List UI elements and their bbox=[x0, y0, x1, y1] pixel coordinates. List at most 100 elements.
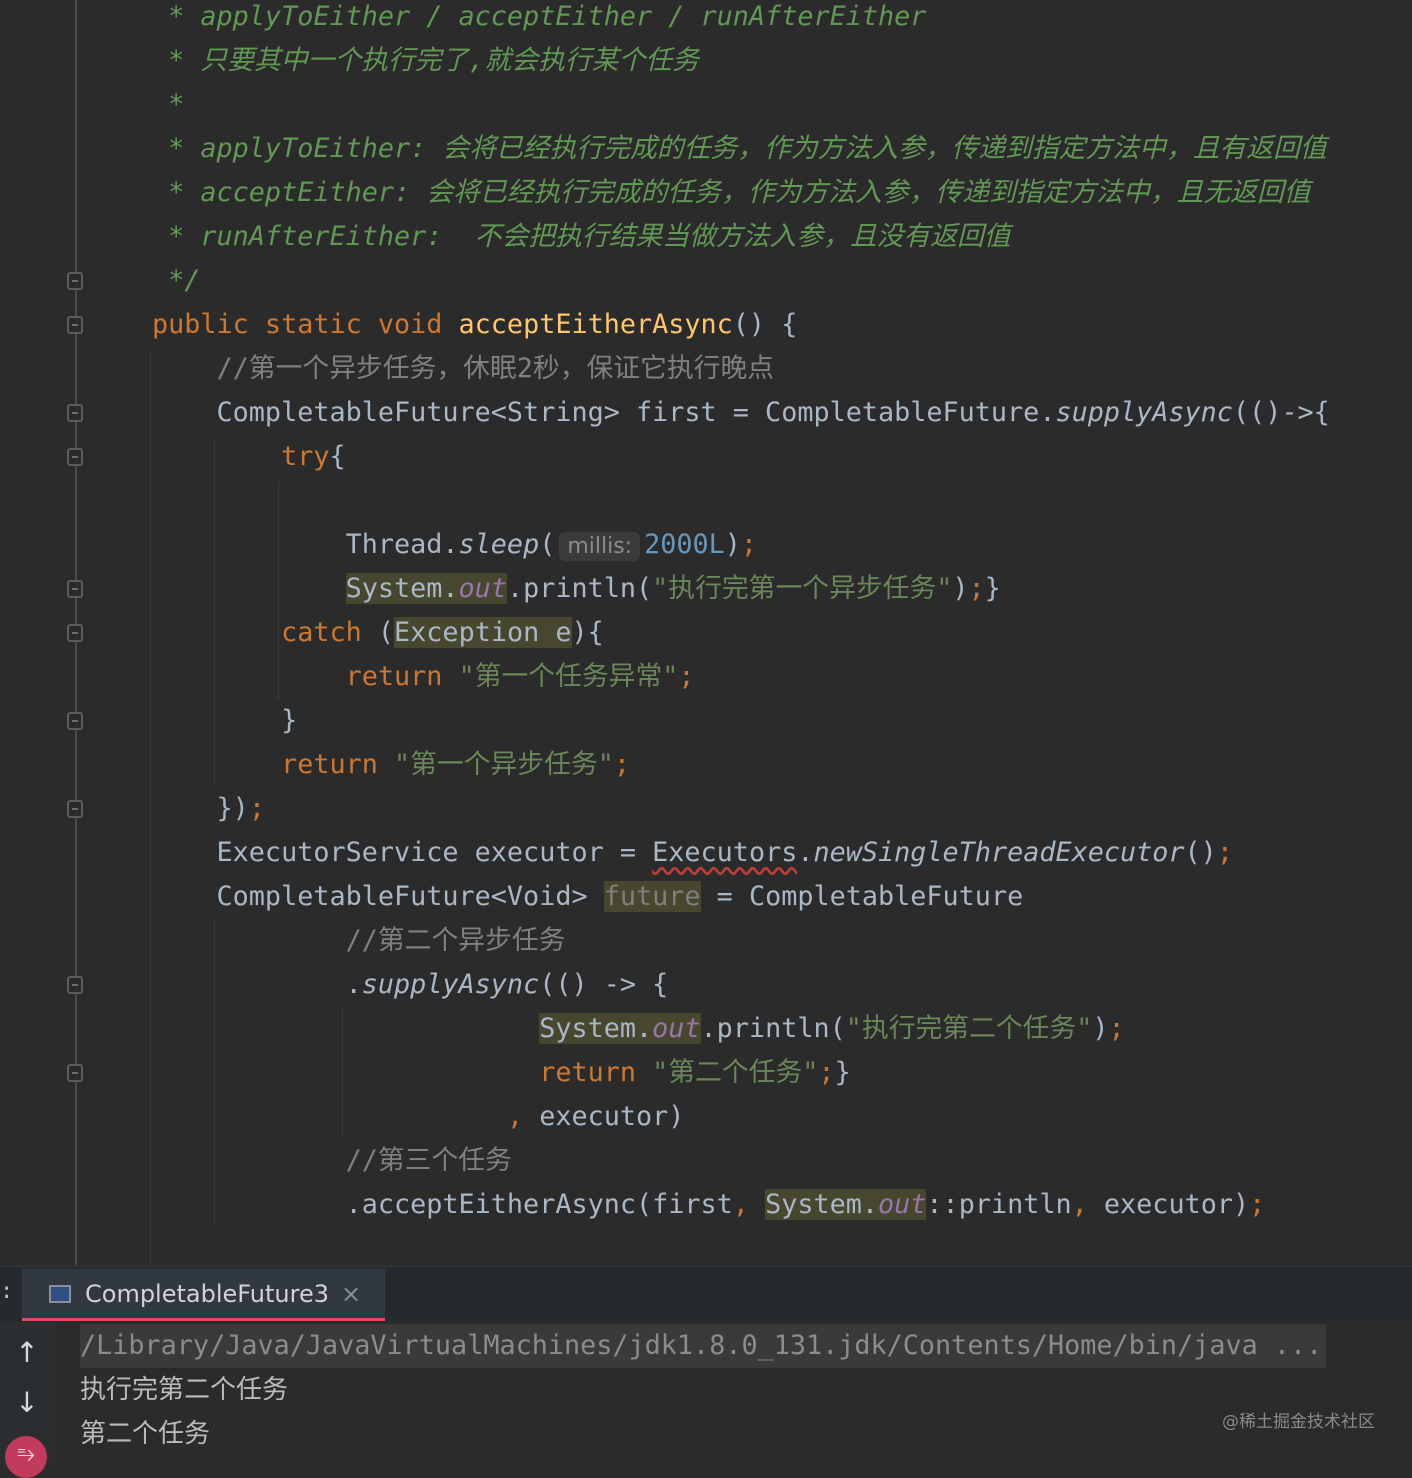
code-token: }) bbox=[152, 793, 249, 824]
code-token: } bbox=[152, 705, 298, 736]
code-token: Executors bbox=[652, 837, 798, 868]
code-line[interactable]: catch (Exception e){ bbox=[152, 611, 604, 655]
code-line[interactable]: .supplyAsync(() -> { bbox=[152, 963, 669, 1007]
console-command-line: /Library/Java/JavaVirtualMachines/jdk1.8… bbox=[80, 1324, 1327, 1368]
code-line[interactable]: */ bbox=[152, 259, 200, 303]
code-line[interactable]: return "第一个任务异常"; bbox=[152, 655, 695, 699]
code-line[interactable]: //第二个异步任务 bbox=[152, 919, 566, 963]
panel-title-colon: : bbox=[0, 1279, 14, 1304]
code-token: ) bbox=[724, 529, 741, 560]
code-line[interactable]: //第三个任务 bbox=[152, 1139, 512, 1183]
code-token: * 只要其中一个执行完了,就会执行某个任务 bbox=[152, 45, 699, 76]
code-token: Exception e bbox=[394, 617, 572, 648]
fold-toggle-icon[interactable] bbox=[67, 712, 83, 730]
fold-toggle-icon[interactable] bbox=[67, 800, 83, 818]
code-line[interactable]: * bbox=[152, 83, 184, 127]
code-token: ; bbox=[818, 1057, 835, 1088]
code-token: "第一个异步任务" bbox=[394, 749, 614, 780]
code-line[interactable]: .acceptEitherAsync(first, System.out::pr… bbox=[152, 1183, 1265, 1227]
code-token: return bbox=[539, 1057, 637, 1088]
code-line[interactable]: try{ bbox=[152, 435, 346, 479]
fold-toggle-icon[interactable] bbox=[67, 272, 83, 290]
code-token: * applyToEither / acceptEither / runAfte… bbox=[152, 1, 927, 32]
parameter-hint: millis: bbox=[559, 532, 641, 561]
run-panel: : CompletableFuture3 × ↑ ↓ ⥱ /Library/Ja… bbox=[0, 1265, 1412, 1478]
code-line[interactable]: return "第二个任务";} bbox=[152, 1051, 851, 1095]
code-line[interactable]: public static void acceptEitherAsync() { bbox=[152, 303, 797, 347]
code-line[interactable]: * applyToEither: 会将已经执行完成的任务，作为方法入参，传递到指… bbox=[152, 127, 1327, 171]
code-token: * runAfterEither: 不会把执行结果当做方法入参，且没有返回值 bbox=[152, 221, 1011, 252]
code-token: "执行完第一个异步任务" bbox=[652, 573, 953, 604]
code-token: System. bbox=[345, 573, 459, 604]
code-token: executor) bbox=[523, 1101, 685, 1132]
code-token: out bbox=[878, 1189, 927, 1220]
code-token: return bbox=[345, 661, 443, 692]
code-line[interactable]: * applyToEither / acceptEither / runAfte… bbox=[152, 0, 926, 39]
fold-toggle-icon[interactable] bbox=[67, 580, 83, 598]
code-line[interactable]: }); bbox=[152, 787, 265, 831]
code-token: () bbox=[1184, 837, 1217, 868]
close-icon[interactable]: × bbox=[341, 1280, 361, 1308]
code-token: System. bbox=[765, 1189, 879, 1220]
code-token: supplyAsync bbox=[361, 969, 540, 1000]
console-output-line: 第二个任务 bbox=[80, 1419, 211, 1449]
code-editor[interactable]: * applyToEither / acceptEither / runAfte… bbox=[0, 0, 1412, 1265]
code-line[interactable]: //第一个异步任务，休眠2秒，保证它执行晚点 bbox=[152, 347, 775, 391]
arrow-down-icon[interactable]: ↓ bbox=[12, 1388, 42, 1418]
code-token: "第一个任务异常" bbox=[458, 661, 679, 692]
indent-guide bbox=[150, 350, 151, 1265]
code-token: acceptEitherAsync bbox=[458, 309, 733, 340]
fold-toggle-icon[interactable] bbox=[67, 624, 83, 642]
code-line[interactable]: Thread.sleep(millis: 2000L); bbox=[152, 523, 757, 567]
run-tab-label: CompletableFuture3 bbox=[85, 1279, 329, 1308]
code-token: //第一个异步任务，休眠2秒，保证它执行晚点 bbox=[152, 353, 775, 384]
code-token: (() -> { bbox=[539, 969, 669, 1000]
code-token: Thread. bbox=[152, 529, 459, 560]
code-token: ; bbox=[740, 529, 758, 560]
code-line[interactable]: System.out.println("执行完第一个异步任务");} bbox=[152, 567, 1001, 611]
code-token: ; bbox=[248, 793, 265, 824]
code-line[interactable]: * runAfterEither: 不会把执行结果当做方法入参，且没有返回值 bbox=[152, 215, 1011, 259]
code-token: try bbox=[281, 441, 330, 472]
fold-toggle-icon[interactable] bbox=[67, 1064, 83, 1082]
soft-wrap-icon[interactable]: ⥱ bbox=[5, 1436, 47, 1478]
code-token: , bbox=[1071, 1189, 1104, 1220]
code-token: //第三个任务 bbox=[152, 1145, 512, 1176]
code-token: = CompletableFuture bbox=[700, 881, 1024, 912]
code-line[interactable]: * 只要其中一个执行完了,就会执行某个任务 bbox=[152, 39, 699, 83]
code-token: * acceptEither: 会将已经执行完成的任务，作为方法入参，传递到指定… bbox=[152, 177, 1311, 208]
code-token: ; bbox=[1216, 837, 1233, 868]
code-token: public static void bbox=[152, 309, 459, 340]
code-token: newSingleThreadExecutor bbox=[813, 837, 1185, 868]
code-line[interactable]: ExecutorService executor = Executors.new… bbox=[152, 831, 1233, 875]
code-line[interactable]: CompletableFuture<Void> future = Complet… bbox=[152, 875, 1023, 919]
code-token: { bbox=[329, 441, 346, 472]
code-token: * bbox=[152, 89, 185, 120]
code-token: System. bbox=[539, 1013, 653, 1044]
fold-toggle-icon[interactable] bbox=[67, 448, 83, 466]
code-line[interactable]: CompletableFuture<String> first = Comple… bbox=[152, 391, 1330, 435]
code-line[interactable]: } bbox=[152, 699, 297, 743]
code-token: ) bbox=[1092, 1013, 1109, 1044]
code-token: } bbox=[834, 1057, 851, 1088]
fold-toggle-icon[interactable] bbox=[67, 316, 83, 334]
code-token: CompletableFuture<Void> bbox=[152, 881, 604, 912]
arrow-up-icon[interactable]: ↑ bbox=[12, 1338, 42, 1368]
fold-toggle-icon[interactable] bbox=[67, 404, 83, 422]
code-token: return bbox=[281, 749, 378, 780]
fold-toggle-icon[interactable] bbox=[67, 976, 83, 994]
code-token: .println( bbox=[700, 1013, 846, 1044]
code-token: future bbox=[603, 881, 701, 912]
code-token: ; bbox=[1108, 1013, 1125, 1044]
code-token: ; bbox=[678, 661, 695, 692]
code-line[interactable]: * acceptEither: 会将已经执行完成的任务，作为方法入参，传递到指定… bbox=[152, 171, 1311, 215]
code-line[interactable]: , executor) bbox=[152, 1095, 684, 1139]
code-line[interactable]: System.out.println("执行完第二个任务"); bbox=[152, 1007, 1125, 1051]
code-line[interactable]: return "第一个异步任务"; bbox=[152, 743, 630, 787]
run-tab-completablefuture3[interactable]: CompletableFuture3 × bbox=[22, 1269, 385, 1321]
